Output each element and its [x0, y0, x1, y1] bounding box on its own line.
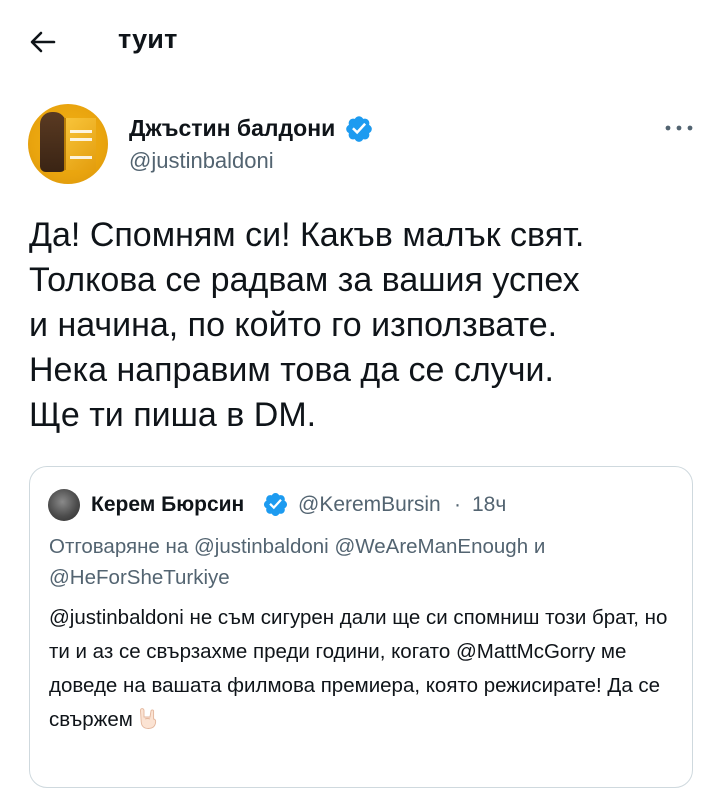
mention-link[interactable]: @justinbaldoni	[49, 606, 184, 629]
quoted-tweet-text: @justinbaldoni не съм сигурен дали ще си…	[49, 601, 679, 737]
quoted-tweet[interactable]: Керем Бюрсин @KeremBursin · 18ч Отговаря…	[29, 466, 693, 788]
top-bar: туит	[0, 0, 720, 80]
arrow-left-icon	[30, 31, 56, 53]
quoted-avatar[interactable]	[48, 489, 80, 521]
more-dots-icon[interactable]	[662, 116, 696, 140]
avatar[interactable]	[28, 104, 108, 184]
separator-dot: ·	[454, 493, 461, 516]
sign-of-the-horns-emoji-icon	[139, 708, 157, 729]
replying-to-and: и	[533, 535, 546, 558]
reply-mention[interactable]: @HeForSheTurkiye	[49, 566, 230, 589]
back-button[interactable]	[22, 22, 62, 62]
tweet-author: Джъстин балдони @justinbaldoni	[28, 104, 698, 190]
replying-to-label: Отговаряне на	[49, 535, 189, 558]
quoted-timestamp[interactable]: 18ч	[472, 493, 506, 517]
replying-to: Отговаряне на @justinbaldoni @WeAreManEn…	[49, 531, 679, 593]
verified-badge-icon	[346, 116, 372, 142]
quoted-display-name[interactable]: Керем Бюрсин	[91, 493, 244, 517]
reply-mention[interactable]: @justinbaldoni	[194, 535, 329, 558]
author-handle[interactable]: @justinbaldoni	[129, 148, 274, 174]
verified-badge-icon	[263, 492, 288, 517]
quoted-handle[interactable]: @KeremBursin	[298, 493, 441, 517]
author-display-name[interactable]: Джъстин балдони	[129, 115, 335, 142]
page-title: туит	[118, 24, 178, 54]
reply-mention[interactable]: @WeAreManEnough	[334, 535, 528, 558]
mention-link[interactable]: @MattMcGorry	[456, 640, 595, 663]
tweet-text: Да! Спомням си! Какъв малък свят. Толков…	[29, 216, 585, 434]
